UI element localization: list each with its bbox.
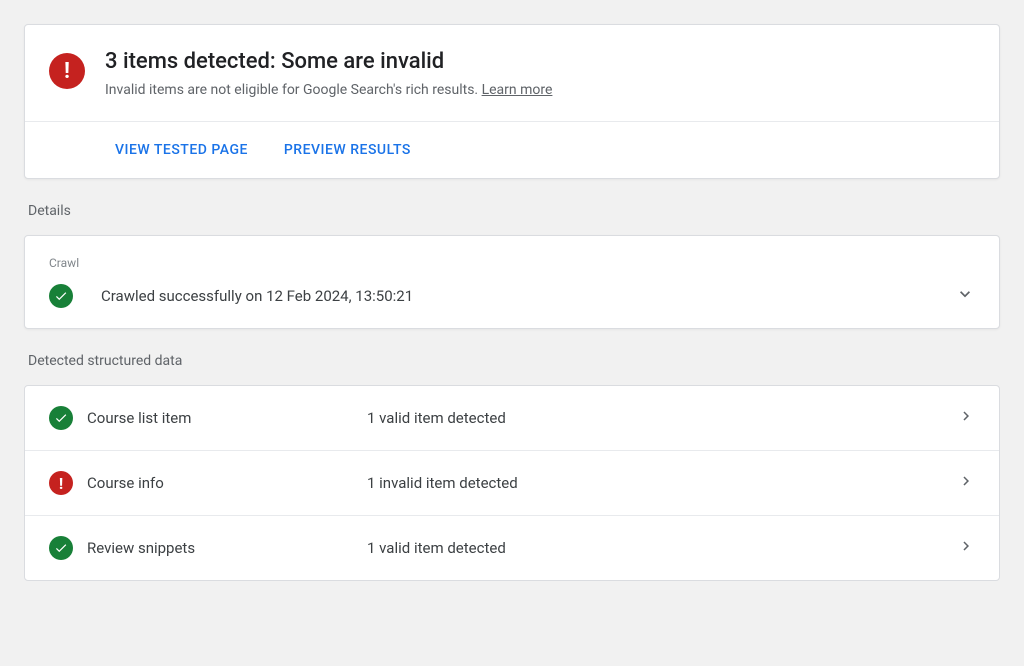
crawl-section-heading: Crawl bbox=[49, 256, 975, 270]
row-status: 1 invalid item detected bbox=[367, 474, 957, 492]
summary-description: Invalid items are not eligible for Googl… bbox=[105, 80, 975, 101]
details-section-label: Details bbox=[24, 203, 1000, 219]
learn-more-link[interactable]: Learn more bbox=[482, 82, 553, 98]
error-icon: ! bbox=[49, 53, 85, 89]
structured-data-row[interactable]: ! Course info 1 invalid item detected bbox=[25, 451, 999, 516]
check-icon bbox=[49, 536, 73, 560]
chevron-right-icon bbox=[957, 537, 975, 559]
view-tested-page-button[interactable]: VIEW TESTED PAGE bbox=[115, 134, 260, 166]
chevron-down-icon bbox=[955, 284, 975, 308]
check-icon bbox=[49, 406, 73, 430]
row-name: Course list item bbox=[87, 409, 367, 427]
summary-header: ! 3 items detected: Some are invalid Inv… bbox=[25, 25, 999, 122]
error-icon: ! bbox=[49, 471, 73, 495]
crawl-status-text: Crawled successfully on 12 Feb 2024, 13:… bbox=[101, 287, 955, 305]
row-status: 1 valid item detected bbox=[367, 409, 957, 427]
summary-title: 3 items detected: Some are invalid bbox=[105, 49, 975, 74]
structured-data-list: Course list item 1 valid item detected !… bbox=[24, 385, 1000, 581]
crawl-status-row[interactable]: Crawled successfully on 12 Feb 2024, 13:… bbox=[49, 284, 975, 308]
summary-card: ! 3 items detected: Some are invalid Inv… bbox=[24, 24, 1000, 179]
crawl-card: Crawl Crawled successfully on 12 Feb 202… bbox=[24, 235, 1000, 329]
row-name: Course info bbox=[87, 474, 367, 492]
row-name: Review snippets bbox=[87, 539, 367, 557]
row-status: 1 valid item detected bbox=[367, 539, 957, 557]
summary-text: 3 items detected: Some are invalid Inval… bbox=[105, 49, 975, 101]
structured-data-section-label: Detected structured data bbox=[24, 353, 1000, 369]
structured-data-row[interactable]: Course list item 1 valid item detected bbox=[25, 386, 999, 451]
check-icon bbox=[49, 284, 73, 308]
preview-results-button[interactable]: PREVIEW RESULTS bbox=[272, 134, 423, 166]
chevron-right-icon bbox=[957, 472, 975, 494]
chevron-right-icon bbox=[957, 407, 975, 429]
structured-data-row[interactable]: Review snippets 1 valid item detected bbox=[25, 516, 999, 580]
summary-actions: VIEW TESTED PAGE PREVIEW RESULTS bbox=[25, 122, 999, 178]
